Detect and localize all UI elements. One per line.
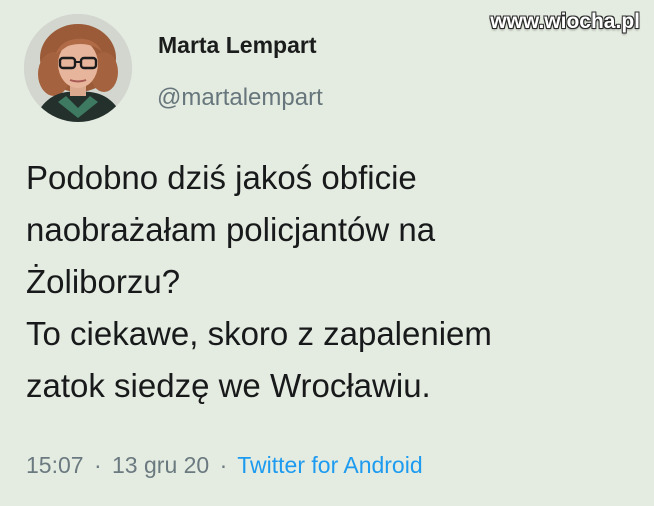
author-display-name[interactable]: Marta Lempart <box>158 32 316 59</box>
avatar-photo <box>24 14 132 122</box>
tweet-time[interactable]: 15:07 <box>26 452 84 478</box>
tweet-source-link[interactable]: Twitter for Android <box>237 452 422 478</box>
meta-separator: · <box>93 452 102 478</box>
tweet-text-line: zatok siedzę we Wrocławiu. <box>26 367 431 404</box>
tweet-date[interactable]: 13 gru 20 <box>112 452 209 478</box>
tweet-text-line: Podobno dziś jakoś obficie <box>26 159 417 196</box>
tweet-text-line: To ciekawe, skoro z zapaleniem <box>26 315 492 352</box>
tweet-card: Marta Lempart @martalempart www.wiocha.p… <box>0 0 654 506</box>
tweet-meta: 15:07 · 13 gru 20 · Twitter for Android <box>26 452 423 479</box>
tweet-text-line: Żoliborzu? <box>26 263 181 300</box>
watermark: www.wiocha.pl <box>490 10 640 33</box>
tweet-text: Podobno dziś jakoś obficie naobrażałam p… <box>26 152 646 412</box>
tweet-text-line: naobrażałam policjantów na <box>26 211 436 248</box>
meta-separator: · <box>219 452 228 478</box>
author-handle[interactable]: @martalempart <box>157 84 323 112</box>
avatar[interactable] <box>24 14 132 122</box>
